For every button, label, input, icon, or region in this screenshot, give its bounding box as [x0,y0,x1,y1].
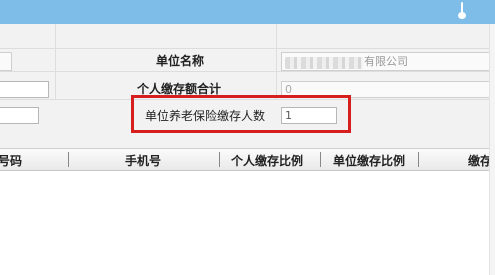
truncated-left-input[interactable] [0,81,49,98]
highlight-box [131,95,351,133]
vertical-scrollbar[interactable] [489,24,495,275]
truncated-left-input[interactable] [0,107,39,124]
unit-name-label: 单位名称 [156,54,205,68]
column-divider [276,24,277,99]
column-resize-handle[interactable] [418,152,419,167]
column-header-unit-ratio[interactable]: 单位缴存比例 [333,152,405,169]
form-row-divider [0,71,495,72]
table-header: 号码 手机号 个人缴存比例 单位缴存比例 缴存 [0,148,495,171]
title-bar [0,0,495,24]
truncated-left-button[interactable] [0,52,12,71]
column-resize-handle[interactable] [68,152,69,167]
column-resize-handle[interactable] [320,152,321,167]
column-header-number[interactable]: 号码 [0,152,22,169]
column-resize-handle[interactable] [219,152,220,167]
redacted-text [285,57,363,69]
column-header-personal-ratio[interactable]: 个人缴存比例 [231,152,303,169]
thermometer-icon[interactable] [458,2,466,19]
table-body [0,171,495,275]
form-row-divider [0,48,495,49]
column-header-mobile[interactable]: 手机号 [125,152,161,169]
column-divider [55,24,56,99]
